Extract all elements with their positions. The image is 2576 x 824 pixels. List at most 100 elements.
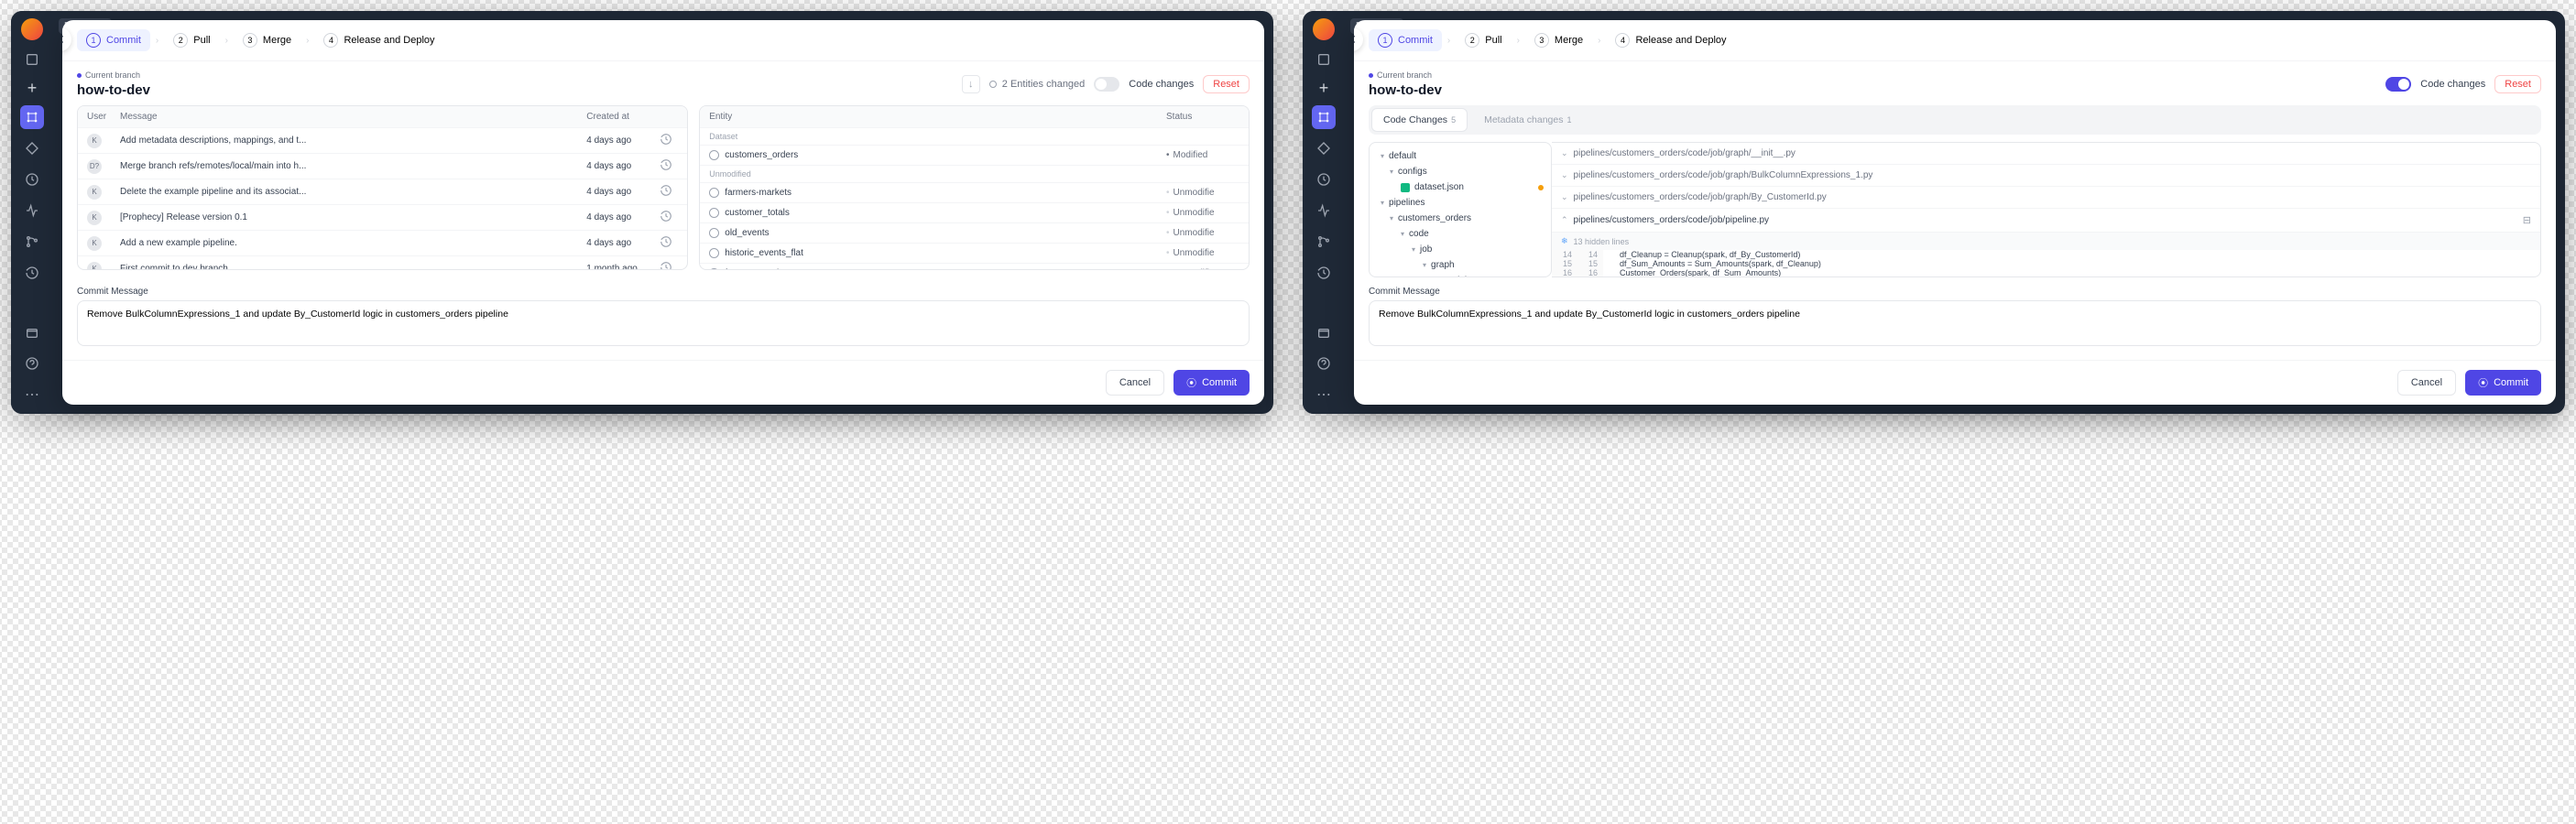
add-icon[interactable]: + <box>1319 79 1329 98</box>
commit-button[interactable]: ⦿Commit <box>1173 370 1250 396</box>
commit-message-cell: Merge branch refs/remotes/local/main int… <box>120 161 586 171</box>
commit-button[interactable]: ⦿Commit <box>2465 370 2541 396</box>
table-row[interactable]: KAdd a new example pipeline.4 days ago <box>78 230 687 255</box>
cancel-button[interactable]: Cancel <box>1106 370 1164 396</box>
wizard-step[interactable]: 1Commit <box>77 29 150 51</box>
tree-folder[interactable]: ▾graph <box>1370 257 1551 273</box>
add-icon[interactable]: + <box>27 79 38 98</box>
tree-folder[interactable]: ▾default <box>1370 148 1551 164</box>
diff-file-header[interactable]: ⌃pipelines/customers_orders/code/job/pip… <box>1552 209 2540 233</box>
table-row[interactable]: KDelete the example pipeline and its ass… <box>78 179 687 204</box>
home-icon[interactable] <box>1312 48 1336 71</box>
diamond-icon[interactable] <box>20 136 44 160</box>
help-icon[interactable] <box>1312 352 1336 375</box>
restore-icon[interactable] <box>660 158 672 171</box>
commit-message-input[interactable] <box>77 300 1250 346</box>
tree-folder[interactable]: ▾configs <box>1370 164 1551 179</box>
diff-file-header[interactable]: ⌄pipelines/customers_orders/code/job/gra… <box>1552 187 2540 209</box>
wizard-step[interactable]: 4Release and Deploy <box>314 29 443 51</box>
tab-metadata-changes[interactable]: Metadata changes1 <box>1473 108 1582 132</box>
more-icon[interactable]: ⋯ <box>20 383 44 407</box>
branch-icon[interactable] <box>1312 230 1336 254</box>
help-icon[interactable] <box>20 352 44 375</box>
clock-icon[interactable] <box>1312 168 1336 191</box>
created-at-cell: 4 days ago <box>586 161 660 171</box>
tree-folder[interactable]: ▾customers_orders <box>1370 211 1551 226</box>
table-row[interactable]: farmers_market_tax_reportUnmodifie <box>700 263 1249 269</box>
clock-icon[interactable] <box>20 168 44 191</box>
history-rail-icon[interactable] <box>20 261 44 285</box>
tab-code-changes[interactable]: Code Changes5 <box>1371 108 1468 132</box>
code-changes-label: Code changes <box>2420 79 2485 90</box>
col-message: Message <box>120 112 586 122</box>
entity-icon <box>709 188 719 198</box>
entities-changed-label: 2 Entities changed <box>989 79 1086 90</box>
current-branch-label: Current branch <box>1369 70 1442 80</box>
entity-name: old_events <box>725 228 769 238</box>
entity-name: customers_orders <box>725 150 798 160</box>
hidden-lines-indicator[interactable]: 13 hidden lines <box>1552 233 2540 250</box>
commit-message-label: Commit Message <box>77 287 1250 297</box>
commit-message-input[interactable] <box>1369 300 2541 346</box>
tree-folder[interactable]: ▾pipelines <box>1370 195 1551 211</box>
created-at-cell: 4 days ago <box>586 238 660 248</box>
tree-folder[interactable]: ▾code <box>1370 226 1551 242</box>
category-label: Unmodified <box>700 165 1249 182</box>
code-changes-toggle[interactable] <box>2385 77 2411 92</box>
chevron-right-icon: › <box>1598 36 1600 46</box>
activity-icon[interactable] <box>20 199 44 222</box>
home-icon[interactable] <box>20 48 44 71</box>
table-row[interactable]: historic_events_flatUnmodifie <box>700 243 1249 263</box>
history-rail-icon[interactable] <box>1312 261 1336 285</box>
commit-message-cell: Delete the example pipeline and its asso… <box>120 187 586 197</box>
package-icon[interactable] <box>20 320 44 344</box>
wizard-step[interactable]: 3Merge <box>1525 29 1592 51</box>
status-modified: Modified <box>1166 150 1239 160</box>
restore-icon[interactable] <box>660 235 672 248</box>
created-at-cell: 4 days ago <box>586 212 660 222</box>
table-row[interactable]: customer_totalsUnmodifie <box>700 202 1249 222</box>
table-row[interactable]: customers_orders Modified <box>700 145 1249 165</box>
category-label: Dataset <box>700 127 1249 145</box>
diff-file-header[interactable]: ⌄pipelines/customers_orders/code/job/gra… <box>1552 143 2540 165</box>
entities-table: Entity Status Datasetcustomers_ordersMod… <box>699 105 1250 270</box>
restore-icon[interactable] <box>660 210 672 222</box>
pipeline-icon[interactable] <box>20 105 44 129</box>
wizard-step[interactable]: 2Pull <box>1456 29 1511 51</box>
avatar: K <box>87 262 102 270</box>
wizard-step[interactable]: 3Merge <box>234 29 300 51</box>
download-icon[interactable]: ↓ <box>962 75 980 93</box>
tree-file[interactable]: dataset.json <box>1370 179 1551 195</box>
history-table: User Message Created at KAdd metadata de… <box>77 105 688 270</box>
diamond-icon[interactable] <box>1312 136 1336 160</box>
restore-icon[interactable] <box>660 133 672 146</box>
wizard-step[interactable]: 1Commit <box>1369 29 1442 51</box>
table-row[interactable]: D?Merge branch refs/remotes/local/main i… <box>78 153 687 179</box>
diff-file-header[interactable]: ⌄pipelines/customers_orders/code/job/gra… <box>1552 165 2540 187</box>
created-at-cell: 4 days ago <box>586 136 660 146</box>
activity-icon[interactable] <box>1312 199 1336 222</box>
chevron-right-icon: › <box>156 36 158 46</box>
table-row[interactable]: KFirst commit to dev branch1 month ago <box>78 255 687 269</box>
package-icon[interactable] <box>1312 320 1336 344</box>
pipeline-icon[interactable] <box>1312 105 1336 129</box>
reset-button[interactable]: Reset <box>1203 75 1250 93</box>
cancel-button[interactable]: Cancel <box>2397 370 2456 396</box>
table-row[interactable]: old_events Unmodifie <box>700 222 1249 243</box>
more-icon[interactable]: ⋯ <box>1312 383 1336 407</box>
code-changes-toggle[interactable] <box>1094 77 1119 92</box>
tree-folder[interactable]: ▾job <box>1370 242 1551 257</box>
table-row[interactable]: farmers-marketsUnmodifie <box>700 182 1249 202</box>
restore-icon[interactable] <box>660 261 672 269</box>
chevron-right-icon: › <box>1517 36 1520 46</box>
status-unmodified: Unmodifie <box>1166 208 1239 218</box>
restore-icon[interactable] <box>660 184 672 197</box>
table-row[interactable]: KAdd metadata descriptions, mappings, an… <box>78 127 687 153</box>
wizard-step[interactable]: 4Release and Deploy <box>1606 29 1735 51</box>
wizard-step[interactable]: 2Pull <box>164 29 219 51</box>
table-row[interactable]: K[Prophecy] Release version 0.14 days ag… <box>78 204 687 230</box>
reset-button[interactable]: Reset <box>2494 75 2541 93</box>
status-unmodified: Unmodifie <box>1166 228 1239 238</box>
branch-icon[interactable] <box>20 230 44 254</box>
entity-icon <box>709 150 719 160</box>
